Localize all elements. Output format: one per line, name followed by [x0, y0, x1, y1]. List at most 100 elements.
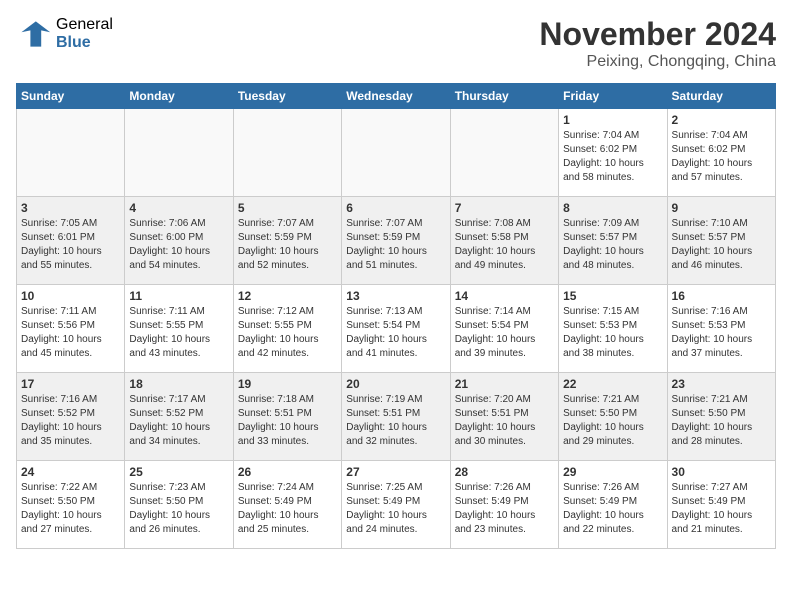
day-info: Sunrise: 7:18 AM Sunset: 5:51 PM Dayligh… — [238, 393, 337, 449]
logo-blue: Blue — [56, 34, 113, 52]
calendar-cell: 27 Sunrise: 7:25 AM Sunset: 5:49 PM Dayli… — [342, 461, 450, 549]
day-info: Sunrise: 7:15 AM Sunset: 5:53 PM Dayligh… — [563, 305, 662, 361]
day-number: 18 — [129, 377, 228, 391]
weekday-header-friday: Friday — [559, 84, 667, 109]
day-info: Sunrise: 7:25 AM Sunset: 5:49 PM Dayligh… — [346, 481, 445, 537]
calendar-cell: 4 Sunrise: 7:06 AM Sunset: 6:00 PM Daylig… — [125, 197, 233, 285]
weekday-header-monday: Monday — [125, 84, 233, 109]
day-number: 11 — [129, 289, 228, 303]
calendar-cell: 15 Sunrise: 7:15 AM Sunset: 5:53 PM Dayli… — [559, 285, 667, 373]
day-number: 21 — [455, 377, 554, 391]
calendar-cell: 14 Sunrise: 7:14 AM Sunset: 5:54 PM Dayli… — [450, 285, 558, 373]
calendar-table: SundayMondayTuesdayWednesdayThursdayFrid… — [16, 83, 776, 549]
day-number: 7 — [455, 201, 554, 215]
day-number: 22 — [563, 377, 662, 391]
day-info: Sunrise: 7:05 AM Sunset: 6:01 PM Dayligh… — [21, 217, 120, 273]
day-info: Sunrise: 7:27 AM Sunset: 5:49 PM Dayligh… — [672, 481, 771, 537]
day-info: Sunrise: 7:23 AM Sunset: 5:50 PM Dayligh… — [129, 481, 228, 537]
calendar-cell: 3 Sunrise: 7:05 AM Sunset: 6:01 PM Daylig… — [17, 197, 125, 285]
calendar-cell: 7Sunrise: 7:08 AM Sunset: 5:58 PM Daylig… — [450, 197, 558, 285]
day-info: Sunrise: 7:04 AM Sunset: 6:02 PM Dayligh… — [672, 129, 771, 185]
month-title: November 2024 — [539, 16, 776, 53]
day-info: Sunrise: 7:26 AM Sunset: 5:49 PM Dayligh… — [455, 481, 554, 537]
weekday-header-tuesday: Tuesday — [233, 84, 341, 109]
weekday-header-row: SundayMondayTuesdayWednesdayThursdayFrid… — [17, 84, 776, 109]
day-info: Sunrise: 7:06 AM Sunset: 6:00 PM Dayligh… — [129, 217, 228, 273]
day-info: Sunrise: 7:16 AM Sunset: 5:53 PM Dayligh… — [672, 305, 771, 361]
day-info: Sunrise: 7:14 AM Sunset: 5:54 PM Dayligh… — [455, 305, 554, 361]
day-info: Sunrise: 7:20 AM Sunset: 5:51 PM Dayligh… — [455, 393, 554, 449]
week-row-2: 3 Sunrise: 7:05 AM Sunset: 6:01 PM Daylig… — [17, 197, 776, 285]
day-info: Sunrise: 7:07 AM Sunset: 5:59 PM Dayligh… — [238, 217, 337, 273]
week-row-5: 24 Sunrise: 7:22 AM Sunset: 5:50 PM Dayli… — [17, 461, 776, 549]
day-number: 9 — [672, 201, 771, 215]
week-row-4: 17 Sunrise: 7:16 AM Sunset: 5:52 PM Dayli… — [17, 373, 776, 461]
calendar-cell: 25 Sunrise: 7:23 AM Sunset: 5:50 PM Dayli… — [125, 461, 233, 549]
day-number: 25 — [129, 465, 228, 479]
day-info: Sunrise: 7:10 AM Sunset: 5:57 PM Dayligh… — [672, 217, 771, 273]
day-number: 4 — [129, 201, 228, 215]
day-number: 23 — [672, 377, 771, 391]
calendar-cell: 29Sunrise: 7:26 AM Sunset: 5:49 PM Dayli… — [559, 461, 667, 549]
day-info: Sunrise: 7:22 AM Sunset: 5:50 PM Dayligh… — [21, 481, 120, 537]
day-number: 10 — [21, 289, 120, 303]
calendar-cell — [125, 109, 233, 197]
calendar-cell — [342, 109, 450, 197]
calendar-cell: 13Sunrise: 7:13 AM Sunset: 5:54 PM Dayli… — [342, 285, 450, 373]
calendar-cell: 18 Sunrise: 7:17 AM Sunset: 5:52 PM Dayli… — [125, 373, 233, 461]
day-number: 24 — [21, 465, 120, 479]
day-number: 12 — [238, 289, 337, 303]
day-info: Sunrise: 7:24 AM Sunset: 5:49 PM Dayligh… — [238, 481, 337, 537]
calendar-cell: 1Sunrise: 7:04 AM Sunset: 6:02 PM Daylig… — [559, 109, 667, 197]
calendar-cell: 12Sunrise: 7:12 AM Sunset: 5:55 PM Dayli… — [233, 285, 341, 373]
calendar-cell: 5 Sunrise: 7:07 AM Sunset: 5:59 PM Daylig… — [233, 197, 341, 285]
calendar-cell: 6 Sunrise: 7:07 AM Sunset: 5:59 PM Daylig… — [342, 197, 450, 285]
day-number: 17 — [21, 377, 120, 391]
day-number: 20 — [346, 377, 445, 391]
day-number: 30 — [672, 465, 771, 479]
day-info: Sunrise: 7:21 AM Sunset: 5:50 PM Dayligh… — [563, 393, 662, 449]
calendar-cell: 30 Sunrise: 7:27 AM Sunset: 5:49 PM Dayli… — [667, 461, 775, 549]
day-number: 8 — [563, 201, 662, 215]
day-number: 19 — [238, 377, 337, 391]
calendar-cell: 28Sunrise: 7:26 AM Sunset: 5:49 PM Dayli… — [450, 461, 558, 549]
logo-general: General — [56, 16, 113, 34]
calendar-cell: 2 Sunrise: 7:04 AM Sunset: 6:02 PM Daylig… — [667, 109, 775, 197]
day-number: 5 — [238, 201, 337, 215]
calendar-cell: 8 Sunrise: 7:09 AM Sunset: 5:57 PM Daylig… — [559, 197, 667, 285]
day-number: 26 — [238, 465, 337, 479]
day-number: 15 — [563, 289, 662, 303]
day-info: Sunrise: 7:26 AM Sunset: 5:49 PM Dayligh… — [563, 481, 662, 537]
day-number: 6 — [346, 201, 445, 215]
weekday-header-wednesday: Wednesday — [342, 84, 450, 109]
day-number: 3 — [21, 201, 120, 215]
day-info: Sunrise: 7:16 AM Sunset: 5:52 PM Dayligh… — [21, 393, 120, 449]
day-info: Sunrise: 7:11 AM Sunset: 5:56 PM Dayligh… — [21, 305, 120, 361]
week-row-3: 10 Sunrise: 7:11 AM Sunset: 5:56 PM Dayli… — [17, 285, 776, 373]
calendar-cell — [450, 109, 558, 197]
day-info: Sunrise: 7:17 AM Sunset: 5:52 PM Dayligh… — [129, 393, 228, 449]
weekday-header-sunday: Sunday — [17, 84, 125, 109]
day-info: Sunrise: 7:13 AM Sunset: 5:54 PM Dayligh… — [346, 305, 445, 361]
day-number: 27 — [346, 465, 445, 479]
calendar-cell: 9 Sunrise: 7:10 AM Sunset: 5:57 PM Daylig… — [667, 197, 775, 285]
day-number: 2 — [672, 113, 771, 127]
weekday-header-saturday: Saturday — [667, 84, 775, 109]
day-info: Sunrise: 7:09 AM Sunset: 5:57 PM Dayligh… — [563, 217, 662, 273]
logo: General Blue — [16, 16, 113, 52]
day-info: Sunrise: 7:07 AM Sunset: 5:59 PM Dayligh… — [346, 217, 445, 273]
day-number: 14 — [455, 289, 554, 303]
day-info: Sunrise: 7:21 AM Sunset: 5:50 PM Dayligh… — [672, 393, 771, 449]
calendar-cell: 23 Sunrise: 7:21 AM Sunset: 5:50 PM Dayli… — [667, 373, 775, 461]
calendar-cell — [233, 109, 341, 197]
day-info: Sunrise: 7:11 AM Sunset: 5:55 PM Dayligh… — [129, 305, 228, 361]
logo-icon — [16, 16, 52, 52]
calendar-cell: 19 Sunrise: 7:18 AM Sunset: 5:51 PM Dayli… — [233, 373, 341, 461]
calendar-cell: 17 Sunrise: 7:16 AM Sunset: 5:52 PM Dayli… — [17, 373, 125, 461]
week-row-1: 1Sunrise: 7:04 AM Sunset: 6:02 PM Daylig… — [17, 109, 776, 197]
title-block: November 2024 Peixing, Chongqing, China — [539, 16, 776, 71]
location: Peixing, Chongqing, China — [539, 53, 776, 71]
page-header: General Blue November 2024 Peixing, Chon… — [16, 16, 776, 71]
calendar-cell: 11 Sunrise: 7:11 AM Sunset: 5:55 PM Dayli… — [125, 285, 233, 373]
day-info: Sunrise: 7:04 AM Sunset: 6:02 PM Dayligh… — [563, 129, 662, 185]
